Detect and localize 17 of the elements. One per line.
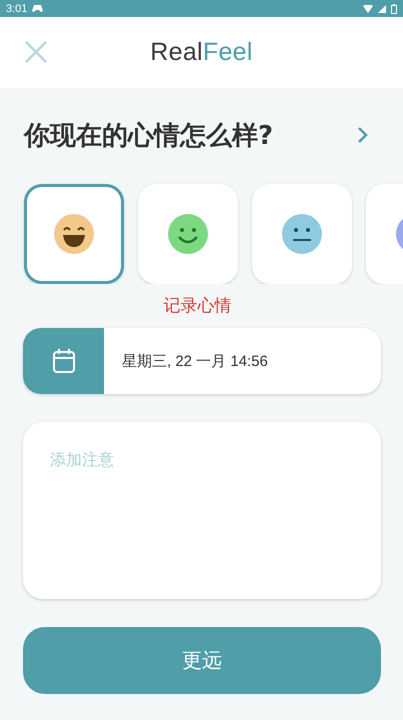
gamepad-icon — [32, 5, 44, 12]
laughing-face-icon — [54, 214, 94, 254]
app-logo: RealFeel — [150, 38, 253, 67]
signal-icon — [378, 4, 386, 12]
battery-icon — [391, 4, 397, 14]
wifi-icon — [363, 4, 373, 12]
date-field[interactable]: 星期三, 22 一月 14:56 — [23, 328, 381, 394]
smiling-face-icon — [168, 214, 208, 254]
question-title: 你现在的心情怎么样? — [24, 120, 274, 152]
neutral-face-icon — [282, 214, 322, 254]
mood-option[interactable] — [24, 184, 124, 284]
status-time: 3:01 — [6, 2, 28, 14]
chevron-right-icon[interactable] — [357, 126, 369, 144]
close-icon[interactable] — [25, 41, 47, 63]
caption-text: 记录心情 — [162, 296, 232, 316]
note-field[interactable]: 添加注意 — [23, 422, 381, 599]
calendar-icon — [52, 349, 74, 373]
